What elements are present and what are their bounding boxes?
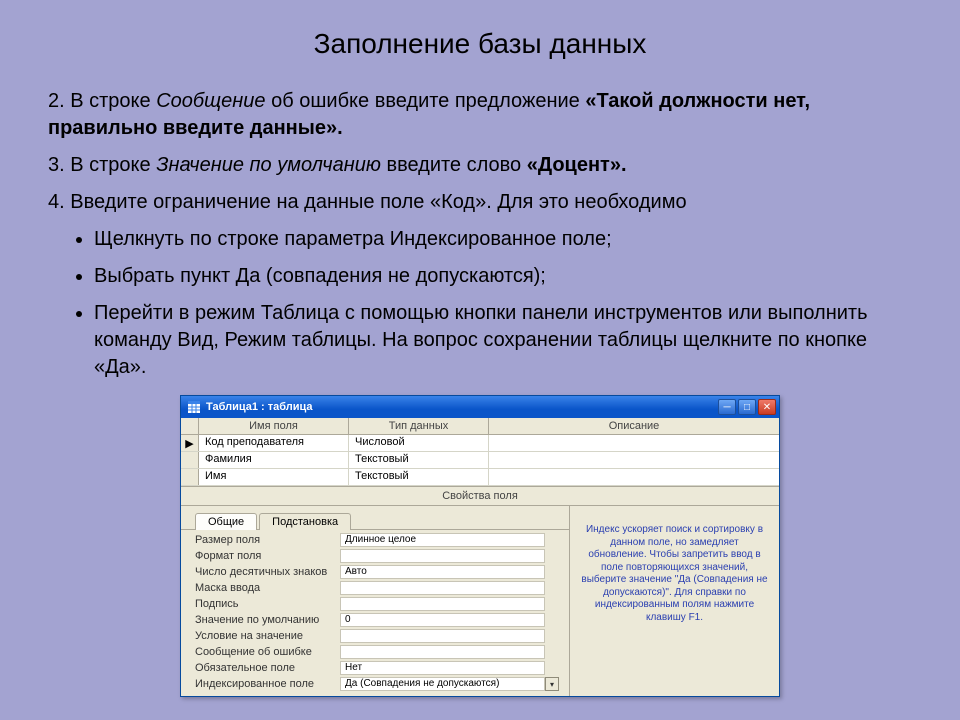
- property-value-input[interactable]: [340, 645, 545, 659]
- field-type-cell[interactable]: Текстовый: [349, 452, 489, 468]
- property-value-input[interactable]: Длинное целое: [340, 533, 545, 547]
- property-label: Обязательное поле: [195, 662, 340, 674]
- bullet-3: Перейти в режим Таблица с помощью кнопки…: [94, 300, 912, 381]
- property-label: Сообщение об ошибке: [195, 646, 340, 658]
- col-header-name[interactable]: Имя поля: [199, 418, 349, 434]
- close-button[interactable]: ✕: [758, 399, 776, 415]
- property-value-input[interactable]: [340, 629, 545, 643]
- tab-general[interactable]: Общие: [195, 513, 257, 530]
- property-label: Подпись: [195, 598, 340, 610]
- dropdown-arrow-icon[interactable]: ▾: [545, 677, 559, 691]
- fields-grid-header: Имя поля Тип данных Описание: [181, 418, 779, 435]
- row-selector-header: [181, 418, 199, 434]
- row-selector[interactable]: ▶: [181, 435, 199, 451]
- step2-mid: об ошибке введите предложение: [266, 90, 586, 112]
- step2-prefix: 2. В строке: [48, 90, 156, 112]
- properties-rows: Размер поляДлинное целоеФормат поляЧисло…: [181, 532, 569, 692]
- step2-italic: Сообщение: [156, 90, 265, 112]
- properties-tabs: Общие Подстановка: [181, 508, 569, 530]
- minimize-button[interactable]: ─: [718, 399, 736, 415]
- property-value-input[interactable]: Да (Совпадения не допускаются): [340, 677, 545, 691]
- instructions-block: 2. В строке Сообщение об ошибке введите …: [48, 88, 912, 381]
- step-2: 2. В строке Сообщение об ошибке введите …: [48, 88, 912, 142]
- field-name-cell[interactable]: Код преподавателя: [199, 435, 349, 451]
- property-row: Размер поляДлинное целое: [195, 532, 563, 548]
- property-value-input[interactable]: 0: [340, 613, 545, 627]
- step-4: 4. Введите ограничение на данные поле «К…: [48, 189, 912, 216]
- property-label: Маска ввода: [195, 582, 340, 594]
- property-row: Обязательное полеНет: [195, 660, 563, 676]
- field-name-cell[interactable]: Имя: [199, 469, 349, 485]
- field-desc-cell[interactable]: [489, 469, 779, 485]
- table-row[interactable]: ▶Код преподавателяЧисловой: [181, 435, 779, 452]
- field-desc-cell[interactable]: [489, 452, 779, 468]
- tab-lookup[interactable]: Подстановка: [259, 513, 351, 530]
- step3-italic: Значение по умолчанию: [156, 154, 381, 176]
- property-row: Маска ввода: [195, 580, 563, 596]
- step3-prefix: 3. В строке: [48, 154, 156, 176]
- window-titlebar[interactable]: Таблица1 : таблица ─ □ ✕: [181, 396, 779, 418]
- access-window: Таблица1 : таблица ─ □ ✕ Имя поля Тип да…: [180, 395, 780, 697]
- property-row: Формат поля: [195, 548, 563, 564]
- field-desc-cell[interactable]: [489, 435, 779, 451]
- property-label: Значение по умолчанию: [195, 614, 340, 626]
- property-row: Число десятичных знаковАвто: [195, 564, 563, 580]
- field-type-cell[interactable]: Текстовый: [349, 469, 489, 485]
- step3-bold: «Доцент».: [527, 154, 627, 176]
- table-row[interactable]: ФамилияТекстовый: [181, 452, 779, 469]
- col-header-type[interactable]: Тип данных: [349, 418, 489, 434]
- property-row: Индексированное полеДа (Совпадения не до…: [195, 676, 563, 692]
- col-header-desc[interactable]: Описание: [489, 418, 779, 434]
- property-value-input[interactable]: [340, 597, 545, 611]
- row-selector[interactable]: [181, 452, 199, 468]
- property-label: Размер поля: [195, 534, 340, 546]
- help-pane: Индекс ускоряет поиск и сортировку в дан…: [569, 506, 779, 696]
- fields-grid-body: ▶Код преподавателяЧисловойФамилияТекстов…: [181, 435, 779, 486]
- table-icon: [187, 400, 201, 414]
- step-3: 3. В строке Значение по умолчанию введит…: [48, 152, 912, 179]
- row-selector[interactable]: [181, 469, 199, 485]
- bullet-list: Щелкнуть по строке параметра Индексирова…: [48, 226, 912, 381]
- property-value-input[interactable]: Авто: [340, 565, 545, 579]
- property-value-input[interactable]: Нет: [340, 661, 545, 675]
- table-row[interactable]: ИмяТекстовый: [181, 469, 779, 486]
- field-name-cell[interactable]: Фамилия: [199, 452, 349, 468]
- property-label: Условие на значение: [195, 630, 340, 642]
- property-label: Число десятичных знаков: [195, 566, 340, 578]
- property-value-input[interactable]: [340, 581, 545, 595]
- property-row: Подпись: [195, 596, 563, 612]
- step3-mid: введите слово: [381, 154, 527, 176]
- property-row: Условие на значение: [195, 628, 563, 644]
- window-title-text: Таблица1 : таблица: [206, 401, 718, 413]
- property-label: Формат поля: [195, 550, 340, 562]
- page-title: Заполнение базы данных: [48, 28, 912, 60]
- maximize-button[interactable]: □: [738, 399, 756, 415]
- property-value-input[interactable]: [340, 549, 545, 563]
- bullet-2: Выбрать пункт Да (совпадения не допускаю…: [94, 263, 912, 290]
- properties-title: Свойства поля: [181, 486, 779, 506]
- field-type-cell[interactable]: Числовой: [349, 435, 489, 451]
- property-row: Сообщение об ошибке: [195, 644, 563, 660]
- property-label: Индексированное поле: [195, 678, 340, 690]
- property-row: Значение по умолчанию0: [195, 612, 563, 628]
- bullet-1: Щелкнуть по строке параметра Индексирова…: [94, 226, 912, 253]
